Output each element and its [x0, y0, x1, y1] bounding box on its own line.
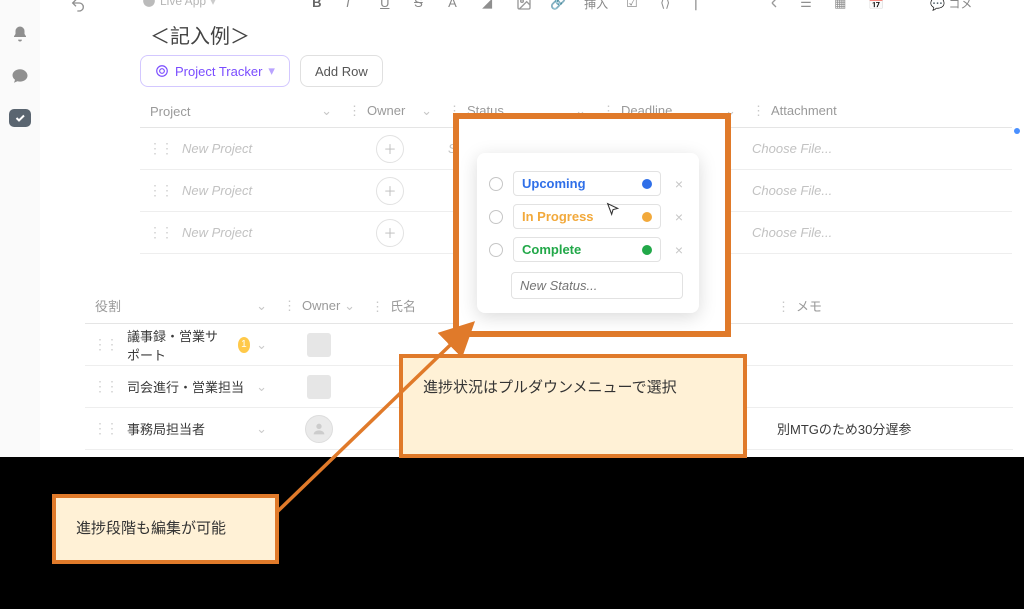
- drag-handle-icon[interactable]: ⋮⋮: [93, 336, 117, 353]
- col-owner2-header[interactable]: ⋮Owner⌄: [275, 290, 363, 323]
- radio-icon[interactable]: [489, 177, 503, 191]
- highlight-icon[interactable]: ◢: [482, 0, 498, 11]
- remove-option-icon[interactable]: ×: [671, 176, 687, 192]
- drag-handle-icon[interactable]: ⋮⋮: [148, 140, 172, 157]
- status-popup-highlight: Upcoming × In Progress × Complete ×: [453, 113, 731, 337]
- drag-handle-icon[interactable]: ⋮⋮: [93, 420, 117, 437]
- drag-handle-icon[interactable]: ⋮⋮: [93, 378, 117, 395]
- textcolor-icon[interactable]: A: [448, 0, 464, 11]
- bell-icon[interactable]: [11, 25, 29, 43]
- status-dropdown[interactable]: Upcoming × In Progress × Complete ×: [477, 153, 699, 313]
- comment-button[interactable]: 💬 コメ: [930, 0, 972, 12]
- insert-label[interactable]: 挿入: [584, 0, 608, 12]
- left-sidebar: [0, 0, 40, 460]
- image-icon[interactable]: [516, 0, 532, 11]
- radio-icon[interactable]: [489, 243, 503, 257]
- status-option-inprogress[interactable]: In Progress ×: [487, 200, 689, 233]
- add-owner-button[interactable]: ＋: [376, 177, 404, 205]
- avatar[interactable]: [305, 415, 333, 443]
- callout-stage-edit: 進捗段階も編集が可能: [52, 494, 279, 564]
- add-row-button[interactable]: Add Row: [300, 55, 383, 87]
- bold-icon[interactable]: B: [312, 0, 328, 11]
- checkbox-tool-icon[interactable]: ☑: [626, 0, 642, 11]
- status-option-complete[interactable]: Complete ×: [487, 233, 689, 266]
- col-memo-header[interactable]: ⋮メモ: [769, 290, 969, 323]
- new-status-input[interactable]: [511, 272, 683, 299]
- menu-icon[interactable]: ☰: [800, 0, 816, 11]
- avatar[interactable]: [307, 375, 331, 399]
- chat-icon[interactable]: [11, 67, 29, 85]
- live-app-button[interactable]: Live App ▾: [142, 0, 216, 8]
- share-icon[interactable]: [766, 0, 782, 11]
- status-option-upcoming[interactable]: Upcoming ×: [487, 167, 689, 200]
- col-attachment-header[interactable]: ⋮Attachment: [744, 97, 944, 127]
- grid-icon[interactable]: ▦: [834, 0, 850, 11]
- radio-icon[interactable]: [489, 210, 503, 224]
- code-icon[interactable]: ⟨⟩: [660, 0, 676, 11]
- drag-handle-icon[interactable]: ⋮⋮: [148, 224, 172, 241]
- drag-handle-icon[interactable]: ⋮⋮: [148, 182, 172, 199]
- project-tracker-button[interactable]: Project Tracker ▾: [140, 55, 290, 87]
- strike-icon[interactable]: S: [414, 0, 430, 11]
- remove-option-icon[interactable]: ×: [671, 209, 687, 225]
- notification-badge: 1: [238, 337, 250, 353]
- calendar-icon[interactable]: 📅: [868, 0, 884, 11]
- top-toolbar: Live App ▾ B I U S A ◢ 🔗 挿入 ☑ ⟨⟩ ⎡ ☰ ▦ 📅…: [60, 0, 1024, 14]
- col-role-header[interactable]: 役割⌄: [85, 290, 275, 323]
- undo-icon[interactable]: [70, 0, 86, 13]
- underline-icon[interactable]: U: [380, 0, 396, 11]
- remove-option-icon[interactable]: ×: [671, 242, 687, 258]
- col-project-header[interactable]: Project⌄: [140, 97, 340, 127]
- link-icon[interactable]: 🔗: [550, 0, 566, 11]
- avatar[interactable]: [307, 333, 331, 357]
- col-owner-header[interactable]: ⋮Owner⌄: [340, 97, 440, 127]
- example-heading: ＜記入例＞: [150, 20, 1024, 49]
- add-owner-button[interactable]: ＋: [376, 219, 404, 247]
- quote-icon[interactable]: ⎡: [694, 0, 710, 11]
- italic-icon[interactable]: I: [346, 0, 362, 11]
- presence-indicator: [1014, 128, 1020, 134]
- callout-status-help: 進捗状況はプルダウンメニューで選択: [399, 354, 747, 458]
- add-owner-button[interactable]: ＋: [376, 135, 404, 163]
- checkbox-icon[interactable]: [9, 109, 31, 127]
- cursor-icon: [605, 201, 621, 217]
